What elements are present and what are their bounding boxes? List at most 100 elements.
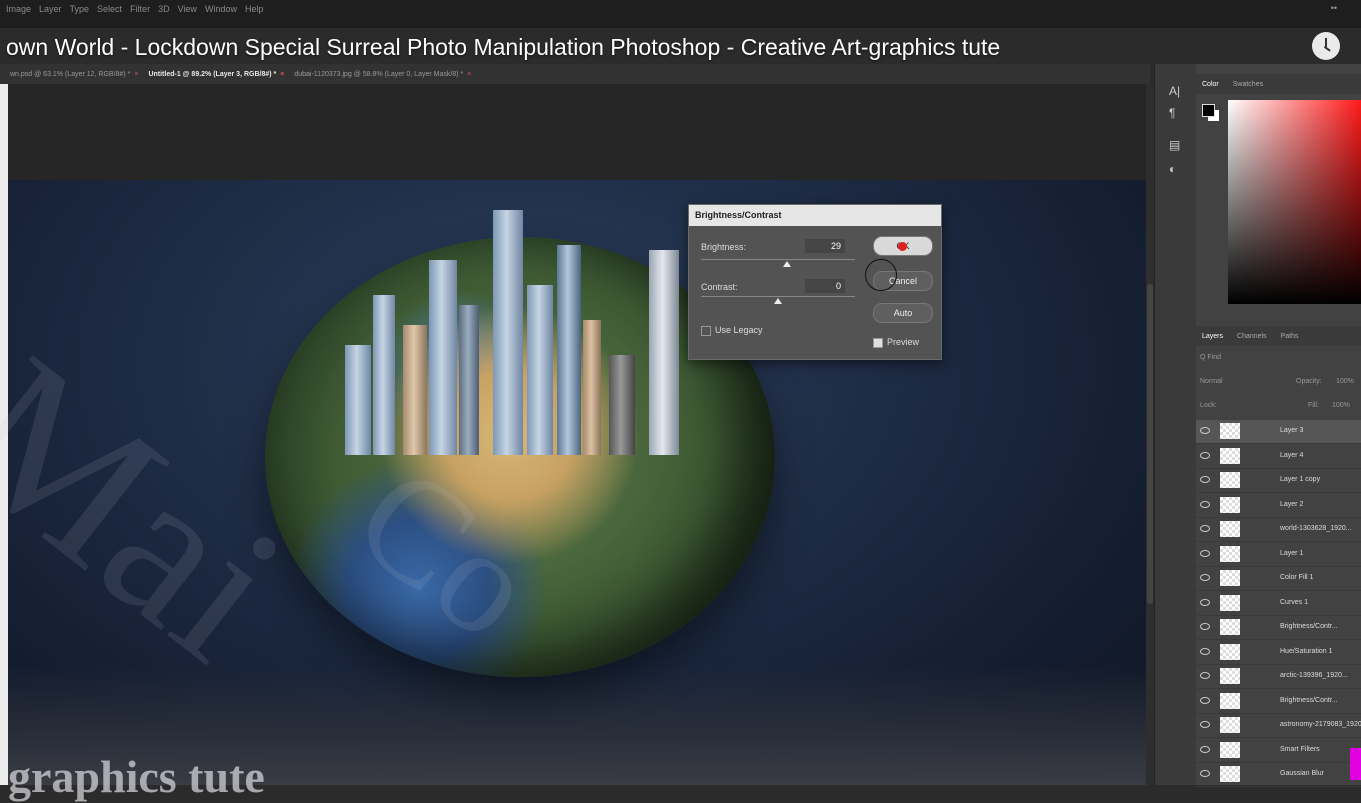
close-icon[interactable]: × [134, 71, 138, 78]
eye-icon[interactable] [1200, 598, 1210, 606]
close-icon[interactable]: × [467, 71, 471, 78]
layer-row[interactable]: arctic-139396_1920... [1196, 665, 1361, 689]
layer-row[interactable]: Color Fill 1 [1196, 567, 1361, 591]
layer-row[interactable]: world-1303628_1920... [1196, 518, 1361, 542]
menu-type[interactable]: Type [70, 4, 90, 14]
layer-name: Gaussian Blur [1280, 770, 1324, 777]
preview-label: Preview [887, 337, 920, 347]
layer-thumbnail [1220, 692, 1240, 709]
layer-name: Color Fill 1 [1280, 574, 1314, 581]
eye-icon[interactable] [1200, 574, 1210, 581]
paragraph-panel-icon[interactable]: ¶ [1169, 106, 1175, 120]
auto-button[interactable]: Auto [873, 303, 933, 323]
doc-tab-label: Untitled-1 @ 89.2% (Layer 3, RGB/8#) * [148, 70, 277, 78]
eye-icon[interactable] [1200, 623, 1210, 630]
document-tabs: wn.psd @ 63.1% (Layer 12, RGB/8#) * × Un… [0, 64, 1150, 84]
layer-thumbnail [1220, 717, 1240, 733]
eye-icon[interactable] [1200, 525, 1210, 532]
layer-thumbnail [1220, 496, 1240, 513]
canvas-vertical-scrollbar[interactable] [1146, 84, 1154, 785]
layer-thumbnail [1220, 545, 1240, 562]
menu-window[interactable]: Window [205, 4, 237, 14]
layer-row[interactable]: Layer 1 [1196, 543, 1361, 567]
menu-select[interactable]: Select [97, 4, 122, 14]
brightness-contrast-dialog: Brightness/Contrast Brightness: 29 Contr… [688, 204, 942, 360]
menu-image[interactable]: Image [6, 4, 31, 14]
use-legacy-checkbox[interactable] [701, 326, 711, 336]
window-controls[interactable]: •• [1331, 3, 1337, 13]
layer-row[interactable]: Layer 3 [1196, 420, 1361, 444]
menu-view[interactable]: View [178, 4, 197, 14]
menu-3d[interactable]: 3D [158, 4, 170, 14]
tab-color[interactable]: Color [1202, 81, 1219, 88]
layers-panel-tabs: Layers Channels Paths [1196, 326, 1361, 346]
opacity-input[interactable]: 100% [1336, 378, 1354, 385]
eye-icon[interactable] [1200, 696, 1210, 704]
layer-name: Brightness/Contr... [1280, 696, 1338, 704]
properties-panel-icon[interactable]: ▤ [1169, 138, 1180, 152]
contrast-input[interactable]: 0 [805, 279, 845, 293]
brightness-slider[interactable] [701, 259, 855, 260]
menu-layer[interactable]: Layer [39, 4, 62, 14]
adjustments-panel-icon[interactable]: ◐ [1169, 162, 1176, 176]
watch-later-clock-icon[interactable] [1312, 32, 1340, 60]
contrast-slider-thumb[interactable] [774, 298, 782, 304]
menu-help[interactable]: Help [245, 4, 264, 14]
layer-row[interactable]: Layer 2 [1196, 494, 1361, 518]
doc-tab-1[interactable]: wn.psd @ 63.1% (Layer 12, RGB/8#) * × [10, 71, 138, 78]
layer-name: Layer 1 [1280, 549, 1304, 557]
layer-name: Smart Filters [1280, 745, 1320, 753]
layer-name: world-1303628_1920... [1280, 525, 1352, 532]
tab-channels[interactable]: Channels [1237, 333, 1267, 340]
video-title: own World - Lockdown Special Surreal Pho… [6, 34, 1001, 60]
character-panel-icon[interactable]: A| [1169, 84, 1180, 98]
eye-icon[interactable] [1200, 770, 1210, 777]
dialog-title: Brightness/Contrast [689, 205, 941, 226]
layer-row[interactable]: astronomy-2179083_1920... [1196, 714, 1361, 738]
click-highlight-ring [865, 259, 897, 291]
eye-icon[interactable] [1200, 647, 1210, 655]
layer-name: Layer 4 [1280, 451, 1304, 459]
layer-thumbnail [1220, 619, 1240, 635]
mouse-cursor-dot [898, 242, 907, 251]
eye-icon[interactable] [1200, 672, 1210, 679]
layer-row[interactable]: Layer 4 [1196, 445, 1361, 469]
tab-paths[interactable]: Paths [1281, 333, 1299, 340]
tab-layers[interactable]: Layers [1202, 333, 1223, 340]
eye-icon[interactable] [1200, 721, 1210, 728]
layer-thumbnail [1220, 643, 1240, 660]
color-picker-field[interactable] [1228, 100, 1361, 304]
tab-swatches[interactable]: Swatches [1233, 81, 1263, 88]
eye-icon[interactable] [1200, 500, 1210, 508]
eye-icon[interactable] [1200, 427, 1210, 434]
scroll-thumb[interactable] [1147, 284, 1153, 604]
eye-icon[interactable] [1200, 745, 1210, 753]
contrast-label: Contrast: [701, 282, 738, 292]
layer-name: arctic-139396_1920... [1280, 672, 1348, 679]
layer-row[interactable]: Hue/Saturation 1 [1196, 641, 1361, 665]
eye-icon[interactable] [1200, 476, 1210, 483]
close-icon[interactable]: × [280, 71, 284, 78]
contrast-slider[interactable] [701, 296, 855, 297]
layer-row[interactable]: Brightness/Contr... [1196, 616, 1361, 640]
layer-row[interactable]: Layer 1 copy [1196, 469, 1361, 493]
foreground-color-swatch[interactable] [1202, 104, 1215, 117]
eye-icon[interactable] [1200, 451, 1210, 459]
layer-filter-search[interactable]: Q Find [1200, 354, 1221, 361]
brightness-slider-thumb[interactable] [783, 261, 792, 267]
layer-row[interactable]: Gaussian Blur [1196, 763, 1361, 787]
preview-checkbox[interactable] [873, 338, 883, 348]
menu-filter[interactable]: Filter [130, 4, 150, 14]
doc-tab-3[interactable]: dubai-1120373.jpg @ 58.8% (Layer 0, Laye… [294, 71, 471, 78]
blend-mode-select[interactable]: Normal [1200, 378, 1223, 385]
layer-row[interactable]: Curves 1 [1196, 592, 1361, 616]
eye-icon[interactable] [1200, 549, 1210, 557]
menu-items: Image Layer Type Select Filter 3D View W… [6, 4, 263, 14]
layer-row[interactable]: Smart Filters [1196, 739, 1361, 763]
lock-label: Lock: [1200, 402, 1217, 409]
fill-input[interactable]: 100% [1332, 402, 1350, 409]
doc-tab-label: dubai-1120373.jpg @ 58.8% (Layer 0, Laye… [294, 70, 464, 78]
doc-tab-2[interactable]: Untitled-1 @ 89.2% (Layer 3, RGB/8#) * × [148, 71, 284, 78]
brightness-input[interactable]: 29 [805, 239, 845, 253]
layer-row[interactable]: Brightness/Contr... [1196, 690, 1361, 714]
